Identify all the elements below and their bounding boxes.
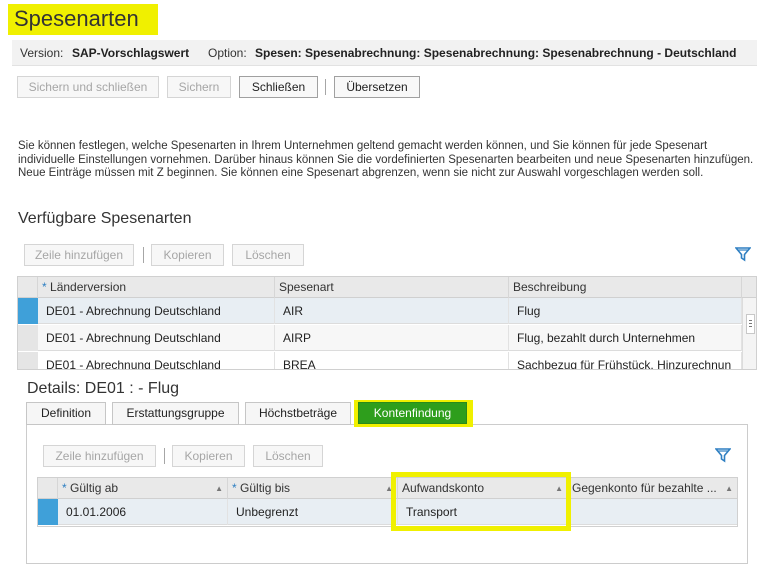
- available-section-title: Verfügbare Spesenarten: [18, 210, 192, 227]
- save-and-close-button[interactable]: Sichern und schließen: [17, 76, 159, 98]
- details-filter-icon[interactable]: [714, 447, 732, 463]
- details-title: Details: DE01 : - Flug: [27, 380, 180, 397]
- details-row-selector-header[interactable]: [38, 478, 58, 499]
- cell-offset-account[interactable]: [572, 499, 737, 525]
- add-row-button[interactable]: Zeile hinzufügen: [24, 244, 134, 266]
- cell-description[interactable]: Flug, bezahlt durch Unternehmen: [513, 325, 742, 351]
- cell-expense-type[interactable]: AIRP: [279, 325, 509, 351]
- cell-description[interactable]: Flug: [513, 298, 742, 324]
- version-value: SAP-Vorschlagswert: [72, 46, 190, 60]
- vertical-scrollbar[interactable]: [742, 298, 756, 369]
- cell-valid-to[interactable]: Unbegrenzt: [232, 499, 398, 525]
- table-row[interactable]: DE01 - Abrechnung Deutschland AIRP Flug,…: [18, 325, 742, 351]
- table-row[interactable]: 01.01.2006 Unbegrenzt Transport: [38, 499, 737, 525]
- column-header-country[interactable]: * Länderversion: [38, 277, 275, 298]
- row-selector[interactable]: [38, 499, 58, 525]
- option-label: Option:: [208, 46, 247, 60]
- details-grid: * Gültig ab ▲ * Gültig bis ▲ Aufwandskonto…: [37, 477, 738, 527]
- cell-description[interactable]: Sachbezug für Frühstück, Hinzurechnun: [513, 352, 742, 369]
- cell-country[interactable]: DE01 - Abrechnung Deutschland: [42, 325, 275, 351]
- table-row[interactable]: DE01 - Abrechnung Deutschland AIR Flug: [18, 298, 742, 324]
- tab-maximum-amounts[interactable]: Höchstbeträge: [245, 402, 351, 425]
- details-toolbar-separator: [164, 448, 165, 464]
- description-text: Sie können festlegen, welche Spesenarten…: [18, 140, 754, 179]
- available-grid: * Länderversion Spesenart Beschreibung D…: [17, 276, 757, 370]
- column-header-offset-account[interactable]: Gegenkonto für bezahlte ... ▲: [568, 478, 737, 499]
- grid-toolbar-separator: [143, 247, 144, 263]
- cell-valid-from[interactable]: 01.01.2006: [62, 499, 228, 525]
- row-selector[interactable]: [18, 325, 38, 351]
- delete-button[interactable]: Löschen: [232, 244, 304, 266]
- cell-expense-account[interactable]: Transport: [402, 499, 568, 525]
- translate-button[interactable]: Übersetzen: [334, 76, 420, 98]
- copy-button[interactable]: Kopieren: [151, 244, 224, 266]
- toolbar-separator: [325, 79, 326, 95]
- column-header-valid-to[interactable]: * Gültig bis ▲: [228, 478, 398, 499]
- table-row[interactable]: DE01 - Abrechnung Deutschland BREA Sachb…: [18, 352, 742, 369]
- column-header-expense-account[interactable]: Aufwandskonto ▲: [398, 478, 568, 499]
- close-button[interactable]: Schließen: [239, 76, 318, 98]
- scroll-handle-icon[interactable]: [746, 314, 755, 334]
- details-add-row-button[interactable]: Zeile hinzufügen: [43, 445, 156, 467]
- column-header-description[interactable]: Beschreibung: [509, 277, 742, 298]
- details-delete-button[interactable]: Löschen: [253, 445, 323, 467]
- cell-country[interactable]: DE01 - Abrechnung Deutschland: [42, 352, 275, 369]
- filter-icon[interactable]: [734, 246, 752, 262]
- tab-account-determination[interactable]: Kontenfindung: [358, 402, 467, 424]
- cell-expense-type[interactable]: AIR: [279, 298, 509, 324]
- row-selector[interactable]: [18, 352, 38, 369]
- row-selector[interactable]: [18, 298, 38, 324]
- column-header-expense-type[interactable]: Spesenart: [275, 277, 509, 298]
- sort-icon[interactable]: ▲: [725, 478, 733, 499]
- save-button[interactable]: Sichern: [167, 76, 231, 98]
- row-selector-header[interactable]: [18, 277, 38, 298]
- cell-expense-type[interactable]: BREA: [279, 352, 509, 369]
- details-copy-button[interactable]: Kopieren: [172, 445, 245, 467]
- column-header-valid-from[interactable]: * Gültig ab ▲: [58, 478, 228, 499]
- tab-reimbursement-group[interactable]: Erstattungsgruppe: [112, 402, 239, 425]
- tab-definition[interactable]: Definition: [26, 402, 106, 425]
- version-label: Version:: [20, 46, 64, 60]
- cell-country[interactable]: DE01 - Abrechnung Deutschland: [42, 298, 275, 324]
- page-title: Spesenarten: [14, 6, 139, 31]
- sort-icon[interactable]: ▲: [215, 478, 223, 499]
- sort-icon[interactable]: ▲: [385, 478, 393, 499]
- option-value: Spesen: Spesenabrechnung: Spesenabrechnu…: [255, 46, 737, 60]
- sort-icon[interactable]: ▲: [555, 478, 563, 499]
